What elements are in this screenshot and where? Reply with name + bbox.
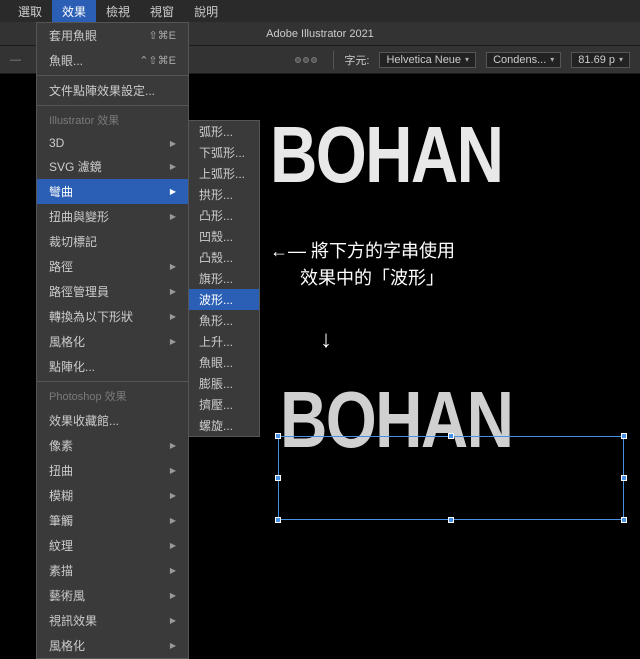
divider xyxy=(333,51,334,69)
sub-shell-upper[interactable]: 凸殼... xyxy=(189,247,259,268)
arrow-down-icon: ↓ xyxy=(320,326,332,354)
sub-fisheye[interactable]: 魚眼... xyxy=(189,352,259,373)
sub-arc[interactable]: 弧形... xyxy=(189,121,259,142)
menu-header-photoshop: Photoshop 效果 xyxy=(37,384,188,408)
menu-bar: 選取 效果 檢視 視窗 說明 xyxy=(0,0,640,22)
selection-bounding-box[interactable] xyxy=(278,436,624,520)
char-label: 字元: xyxy=(344,52,369,68)
sub-flag[interactable]: 旗形... xyxy=(189,268,259,289)
sub-inflate[interactable]: 膨脹... xyxy=(189,373,259,394)
warp-submenu: 弧形... 下弧形... 上弧形... 拱形... 凸形... 凹殼... 凸殼… xyxy=(188,120,260,437)
menu-effect-gallery[interactable]: 效果收藏館... xyxy=(37,408,188,433)
handle-top-left[interactable] xyxy=(275,433,281,439)
menu-svg-filters[interactable]: SVG 濾鏡▶ xyxy=(37,154,188,179)
menu-convert-shape[interactable]: 轉換為以下形狀▶ xyxy=(37,304,188,329)
menu-blur[interactable]: 模糊▶ xyxy=(37,483,188,508)
menu-help[interactable]: 說明 xyxy=(184,0,228,23)
menu-3d[interactable]: 3D▶ xyxy=(37,132,188,154)
menu-view[interactable]: 檢視 xyxy=(96,0,140,23)
handle-top-right[interactable] xyxy=(621,433,627,439)
sub-bulge[interactable]: 凸形... xyxy=(189,205,259,226)
menu-distort-transform[interactable]: 扭曲與變形▶ xyxy=(37,204,188,229)
menu-stylize-ps[interactable]: 風格化▶ xyxy=(37,633,188,658)
effect-menu: 套用魚眼⇧⌘E 魚眼...⌃⇧⌘E 文件點陣效果設定... Illustrato… xyxy=(36,22,189,659)
sub-rise[interactable]: 上升... xyxy=(189,331,259,352)
arrow-left-icon: ←— xyxy=(270,241,306,261)
handle-bot-right[interactable] xyxy=(621,517,627,523)
menu-sketch[interactable]: 素描▶ xyxy=(37,558,188,583)
handle-mid-right[interactable] xyxy=(621,475,627,481)
menu-rasterize[interactable]: 點陣化... xyxy=(37,354,188,379)
sub-arc-upper[interactable]: 上弧形... xyxy=(189,163,259,184)
handle-bot-left[interactable] xyxy=(275,517,281,523)
sub-shell-lower[interactable]: 凹殼... xyxy=(189,226,259,247)
menu-header-illustrator: Illustrator 效果 xyxy=(37,108,188,132)
menu-doc-raster[interactable]: 文件點陣效果設定... xyxy=(37,78,188,103)
sub-twist[interactable]: 螺旋... xyxy=(189,415,259,436)
sub-arch[interactable]: 拱形... xyxy=(189,184,259,205)
text-object-top[interactable]: BOHAN xyxy=(270,109,502,201)
sub-fish[interactable]: 魚形... xyxy=(189,310,259,331)
menu-texture[interactable]: 紋理▶ xyxy=(37,533,188,558)
menu-warp[interactable]: 彎曲▶ xyxy=(37,179,188,204)
menu-distort-ps[interactable]: 扭曲▶ xyxy=(37,458,188,483)
menu-pixelate[interactable]: 像素▶ xyxy=(37,433,188,458)
menu-path[interactable]: 路徑▶ xyxy=(37,254,188,279)
font-size-field[interactable]: 81.69 p▾ xyxy=(571,52,630,68)
sub-wave[interactable]: 波形... xyxy=(189,289,259,310)
menu-separator xyxy=(37,75,188,76)
handle-top-mid[interactable] xyxy=(448,433,454,439)
sub-squeeze[interactable]: 擠壓... xyxy=(189,394,259,415)
paragraph-align-icons[interactable] xyxy=(295,57,317,63)
menu-crop-marks[interactable]: 裁切標記 xyxy=(37,229,188,254)
font-style-dropdown[interactable]: Condens...▾ xyxy=(486,52,561,68)
handle-bot-mid[interactable] xyxy=(448,517,454,523)
menu-pathfinder[interactable]: 路徑管理員▶ xyxy=(37,279,188,304)
menu-separator xyxy=(37,381,188,382)
menu-select[interactable]: 選取 xyxy=(8,0,52,23)
menu-video[interactable]: 視訊效果▶ xyxy=(37,608,188,633)
menu-separator xyxy=(37,105,188,106)
menu-apply-last[interactable]: 套用魚眼⇧⌘E xyxy=(37,23,188,48)
menu-brush-strokes[interactable]: 筆觸▶ xyxy=(37,508,188,533)
app-title: Adobe Illustrator 2021 xyxy=(266,28,374,40)
menu-effect[interactable]: 效果 xyxy=(52,0,96,23)
annotation-text: ←— 將下方的字串使用 效果中的「波形」 xyxy=(270,238,455,292)
menu-stylize-ai[interactable]: 風格化▶ xyxy=(37,329,188,354)
menu-artistic[interactable]: 藝術風▶ xyxy=(37,583,188,608)
handle-mid-left[interactable] xyxy=(275,475,281,481)
font-family-dropdown[interactable]: Helvetica Neue▾ xyxy=(379,52,476,68)
menu-window[interactable]: 視窗 xyxy=(140,0,184,23)
sub-arc-lower[interactable]: 下弧形... xyxy=(189,142,259,163)
no-selection-label: — xyxy=(10,54,21,66)
menu-last-effect[interactable]: 魚眼...⌃⇧⌘E xyxy=(37,48,188,73)
